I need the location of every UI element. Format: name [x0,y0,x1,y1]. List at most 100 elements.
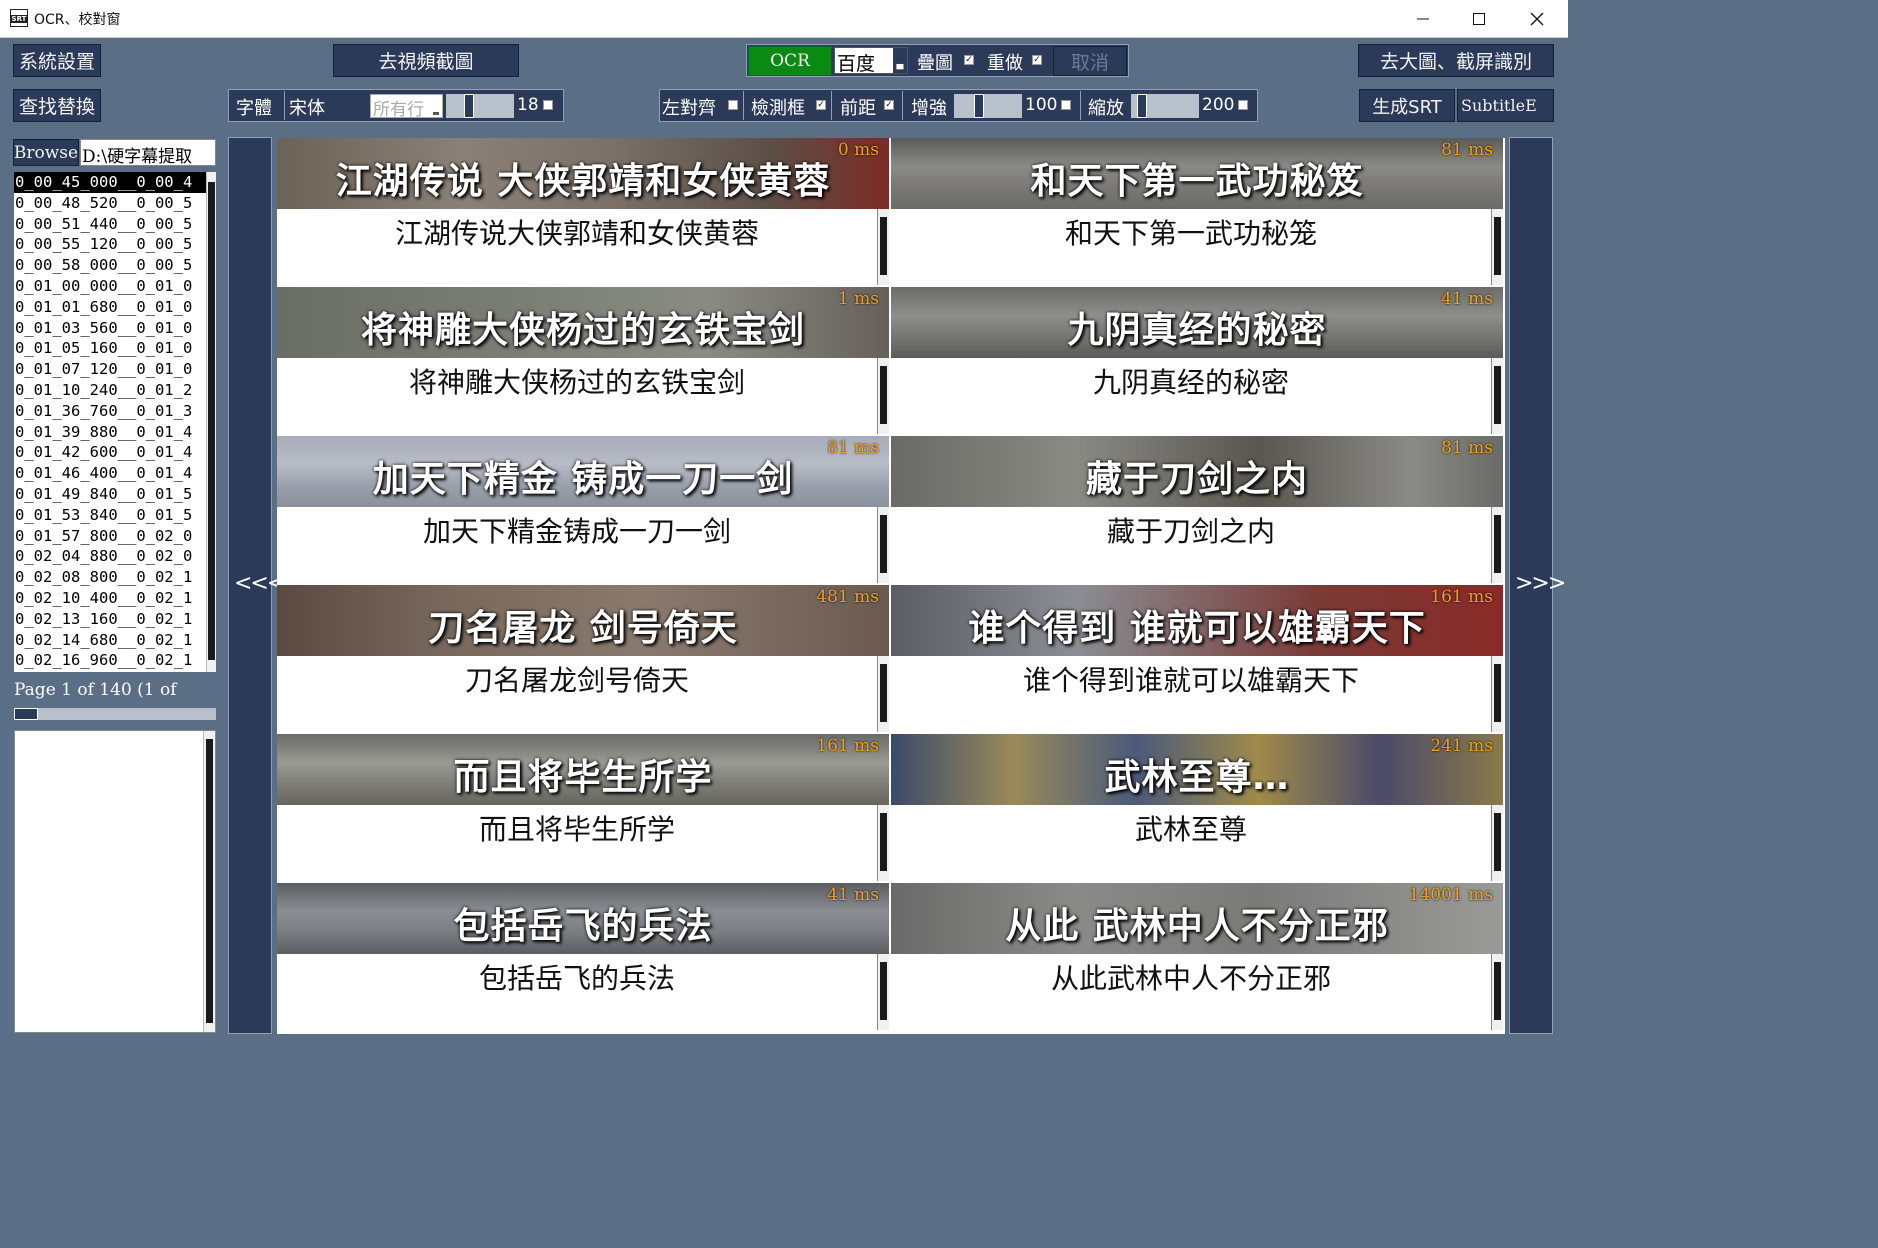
ocr-text-scrollbar[interactable] [877,656,889,732]
file-list-item[interactable]: 0_01_03_560__0_01_0 [14,318,216,339]
ocr-text-scrollbar[interactable] [877,805,889,881]
scrollbar-thumb[interactable] [1494,217,1501,275]
zoom-checkbox[interactable] [1238,100,1248,110]
enhance-checkbox[interactable] [1061,100,1071,110]
generate-srt-button[interactable]: 生成SRT [1359,89,1455,122]
scrollbar-thumb[interactable] [208,182,215,660]
zoom-slider[interactable] [1131,94,1199,118]
ocr-text-box[interactable]: 九阴真经的秘密 [891,358,1491,434]
ocr-text-box[interactable]: 而且将毕生所学 [277,805,877,881]
frame-image[interactable]: 包括岳飞的兵法 41 ms [277,883,889,954]
ocr-text-box[interactable]: 江湖传说大侠郭靖和女侠黄蓉 [277,209,877,285]
file-list-item[interactable]: 0_01_53_840__0_01_5 [14,505,216,526]
file-list-item[interactable]: 0_02_16_960__0_02_1 [14,650,216,671]
ocr-text-scrollbar[interactable] [877,209,889,285]
ocr-text-box[interactable]: 从此武林中人不分正邪 [891,954,1491,1030]
slider-thumb[interactable] [1137,94,1147,118]
file-list-item[interactable]: 0_01_42_600__0_01_4 [14,442,216,463]
ocr-button[interactable]: OCR [748,46,832,76]
ocr-text-box[interactable]: 将神雕大侠杨过的玄铁宝剑 [277,358,877,434]
file-list-item[interactable]: 0_00_48_520__0_00_5 [14,193,216,214]
ocr-text-scrollbar[interactable] [1491,209,1503,285]
scrollbar-thumb[interactable] [880,217,887,275]
ocr-text-scrollbar[interactable] [1491,805,1503,881]
frame-image[interactable]: 九阴真经的秘密 41 ms [891,287,1503,358]
file-list-item[interactable]: 0_00_45_000__0_00_4 [14,172,216,193]
front-dist-checkbox[interactable]: ✓ [884,100,894,110]
ocr-text-box[interactable]: 刀名屠龙剑号倚天 [277,656,877,732]
frame-image[interactable]: 而且将毕生所学 161 ms [277,734,889,805]
scrollbar-thumb[interactable] [880,962,887,1020]
scrollbar-thumb[interactable] [880,813,887,871]
ocr-text-scrollbar[interactable] [877,358,889,434]
frame-image[interactable]: 加天下精金 铸成一刀一剑 81 ms [277,436,889,507]
file-list-item[interactable]: 0_01_46_400__0_01_4 [14,463,216,484]
file-list-item[interactable]: 0_02_08_800__0_02_1 [14,567,216,588]
frame-image[interactable]: 和天下第一武功秘笈 81 ms [891,138,1503,209]
scrollbar-thumb[interactable] [880,664,887,722]
text-panel-scrollbar[interactable] [203,731,215,1032]
ocr-text-scrollbar[interactable] [877,507,889,583]
file-list-item[interactable]: 0_02_04_880__0_02_0 [14,546,216,567]
file-list-item[interactable]: 0_01_10_240__0_01_2 [14,380,216,401]
text-panel[interactable] [14,730,216,1033]
detect-box-checkbox[interactable]: ✓ [816,100,826,110]
scrollbar-thumb[interactable] [1494,664,1501,722]
scrollbar-thumb[interactable] [1494,962,1501,1020]
minimize-button[interactable] [1394,0,1452,38]
file-list-item[interactable]: 0_01_01_680__0_01_0 [14,297,216,318]
file-list-item[interactable]: 0_00_55_120__0_00_5 [14,234,216,255]
file-list[interactable]: 0_00_45_000__0_00_4 0_00_48_520__0_00_5 0_… [14,172,216,672]
ocr-text-box[interactable]: 藏于刀剑之内 [891,507,1491,583]
scrollbar-thumb[interactable] [880,515,887,573]
file-list-item[interactable]: 0_01_49_840__0_01_5 [14,484,216,505]
frame-image[interactable]: 从此 武林中人不分正邪 14001 ms [891,883,1503,954]
frame-image[interactable]: 谁个得到 谁就可以雄霸天下 161 ms [891,585,1503,656]
ocr-text-box[interactable]: 和天下第一武功秘笼 [891,209,1491,285]
close-button[interactable] [1508,0,1566,38]
ocr-text-scrollbar[interactable] [1491,656,1503,732]
subtitle-edit-button[interactable]: SubtitleE [1457,89,1554,122]
ocr-text-scrollbar[interactable] [1491,358,1503,434]
slider-thumb[interactable] [974,94,984,118]
prev-page-button[interactable]: <<< [228,137,285,1034]
frame-image[interactable]: 刀名屠龙 剑号倚天 481 ms [277,585,889,656]
path-input[interactable]: D:\硬字幕提取 [80,139,216,166]
file-list-item[interactable]: 0_02_10_400__0_02_1 [14,588,216,609]
file-list-item[interactable]: 0_01_00_000__0_01_0 [14,276,216,297]
scrollbar-thumb[interactable] [1494,813,1501,871]
ocr-text-scrollbar[interactable] [1491,954,1503,1030]
font-size-checkbox[interactable] [543,100,553,110]
file-list-item[interactable]: 0_01_57_800__0_02_0 [14,526,216,547]
goto-screenshot-button[interactable]: 去視頻截圖 [333,44,519,77]
goto-big-image-button[interactable]: 去大圖、截屏識別 [1358,44,1554,77]
scrollbar-thumb[interactable] [206,739,213,1023]
file-list-item[interactable]: 0_01_05_160__0_01_0 [14,338,216,359]
ocr-text-scrollbar[interactable] [1491,507,1503,583]
rows-select[interactable]: 所有行 [370,94,443,120]
frame-image[interactable]: 藏于刀剑之内 81 ms [891,436,1503,507]
slider-thumb[interactable] [464,94,474,118]
browse-button[interactable]: Browse [13,139,79,166]
file-list-item[interactable]: 0_01_07_120__0_01_0 [14,359,216,380]
frame-image[interactable]: 武林至尊… 241 ms [891,734,1503,805]
left-align-checkbox[interactable] [728,100,738,110]
file-list-item[interactable]: 0_01_39_880__0_01_4 [14,422,216,443]
slider-thumb[interactable] [14,708,38,720]
redo-checkbox[interactable]: ✓ [1032,55,1042,65]
frame-image[interactable]: 江湖传说 大侠郭靖和女侠黄蓉 0 ms [277,138,889,209]
file-list-item[interactable]: 0_00_51_440__0_00_5 [14,214,216,235]
engine-select[interactable]: 百度 ▄ [834,47,908,75]
file-list-item[interactable]: 0_01_36_760__0_01_3 [14,401,216,422]
file-list-scrollbar[interactable] [206,172,216,672]
ocr-text-box[interactable]: 谁个得到谁就可以雄霸天下 [891,656,1491,732]
file-list-item[interactable]: 0_00_58_000__0_00_5 [14,255,216,276]
file-list-item[interactable]: 0_02_14_680__0_02_1 [14,630,216,651]
maximize-button[interactable] [1450,0,1508,38]
file-list-item[interactable]: 0_02_13_160__0_02_1 [14,609,216,630]
font-size-slider[interactable] [446,94,514,118]
system-settings-button[interactable]: 系統設置 [13,44,101,77]
find-replace-button[interactable]: 查找替換 [13,89,101,122]
ocr-text-box[interactable]: 武林至尊 [891,805,1491,881]
ocr-text-box[interactable]: 加天下精金铸成一刀一剑 [277,507,877,583]
